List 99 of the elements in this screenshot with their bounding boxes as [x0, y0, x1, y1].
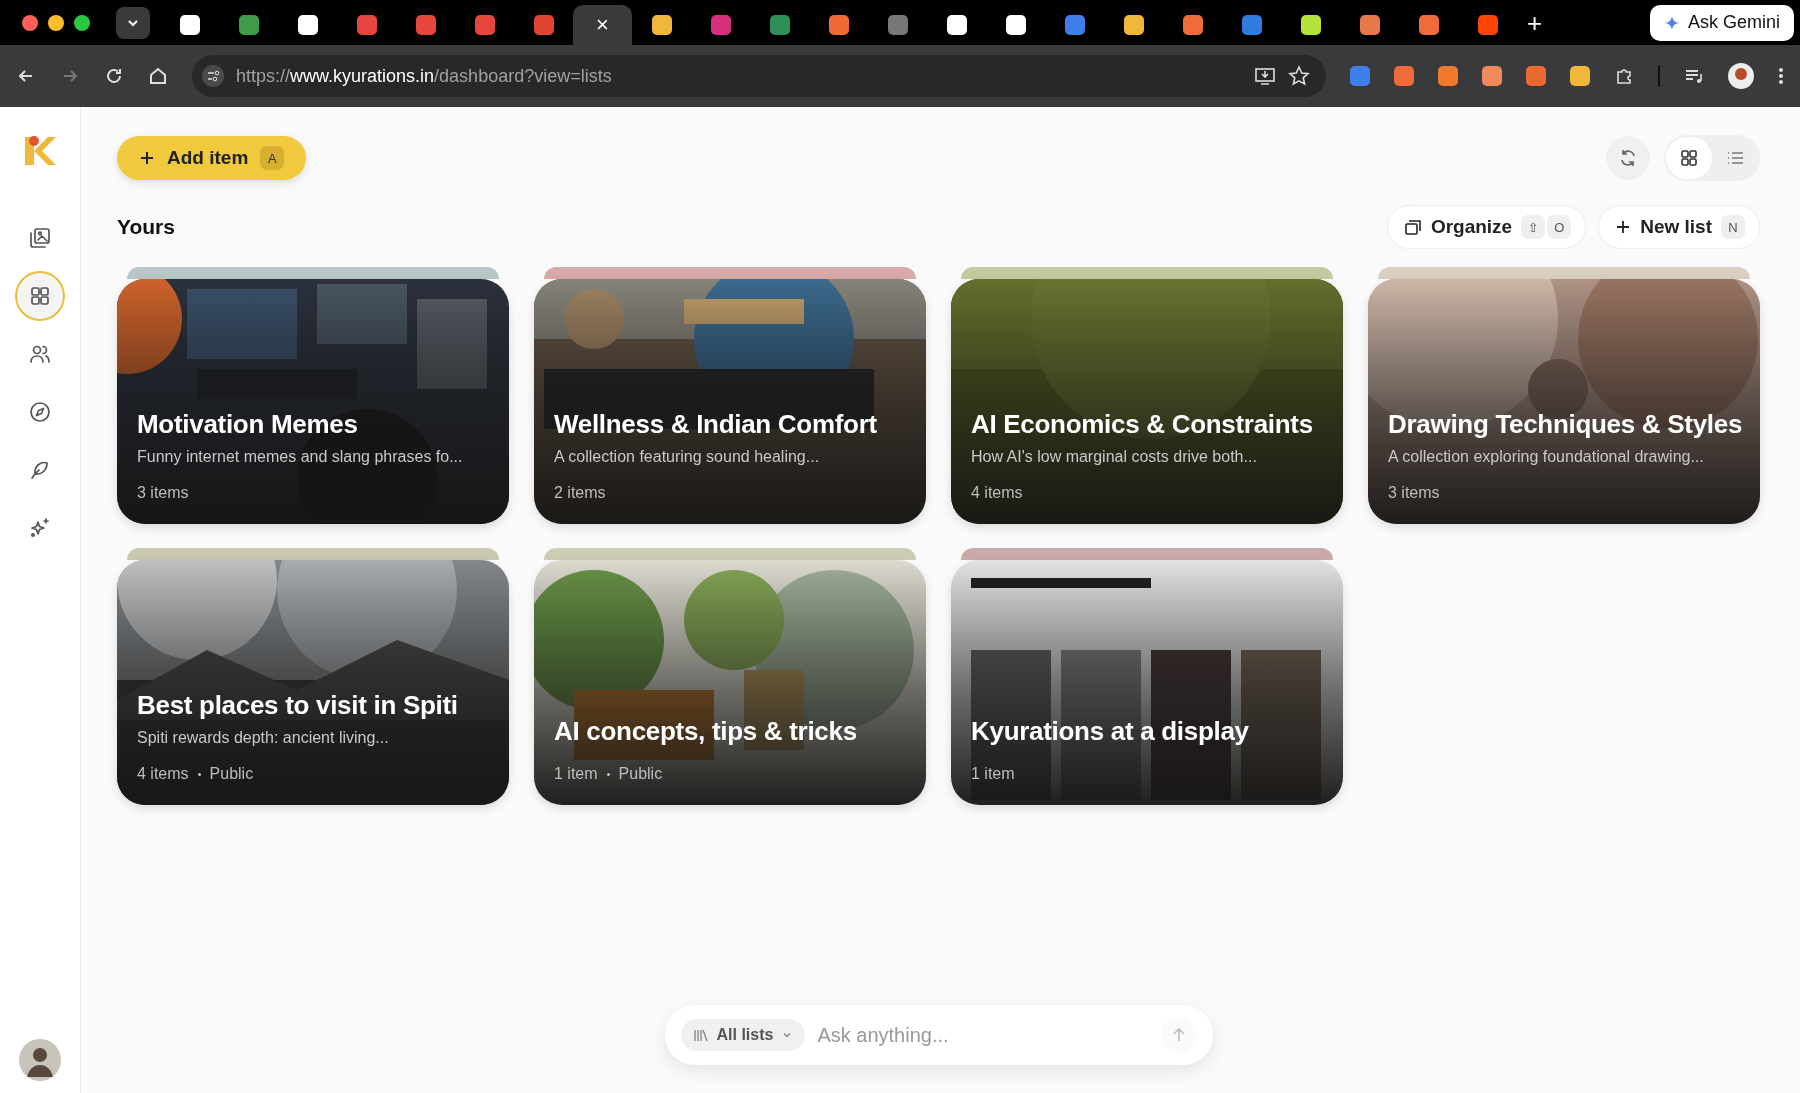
ask-field[interactable]: All lists Ask anything... [664, 1005, 1213, 1065]
extension-icon[interactable] [1482, 66, 1502, 86]
item-count: 1 item [971, 765, 1015, 783]
list-title: Wellness & Indian Comfort [554, 409, 878, 440]
list-card[interactable]: Wellness & Indian Comfort A collection featuring sound healing... 2 items [534, 279, 926, 524]
item-count: 1 item [554, 765, 598, 783]
favicon-icon [651, 15, 672, 35]
extension-icon[interactable] [1526, 66, 1546, 86]
browser-tab[interactable]: × [573, 5, 632, 45]
visibility-label: Public [209, 765, 254, 783]
favicon-icon [1477, 15, 1498, 35]
compass-icon [28, 400, 52, 424]
more-icon[interactable] [1778, 66, 1784, 86]
tab-search-button[interactable] [116, 6, 150, 39]
site-settings-icon[interactable] [202, 65, 224, 87]
minimize-window-button[interactable] [48, 14, 64, 31]
section-title: Yours [117, 215, 175, 239]
ask-gemini-button[interactable]: Ask Gemini [1649, 4, 1794, 41]
sidebar-item[interactable] [15, 271, 65, 321]
shortcut-key: N [1721, 215, 1745, 239]
favicon-icon [179, 15, 200, 35]
list-title: Kyurations at a display [971, 716, 1250, 747]
list-description: How AI's low marginal costs drive both... [971, 448, 1258, 466]
separator-dot [606, 772, 610, 776]
list-card[interactable]: AI concepts, tips & tricks 1 item Public [534, 560, 926, 805]
item-count: 3 items [1388, 484, 1440, 502]
list-title: AI Economics & Constraints [971, 409, 1314, 440]
favicon-icon [1300, 15, 1321, 35]
favicon-icon [1123, 15, 1144, 35]
list-card[interactable]: AI Economics & Constraints How AI's low marginal costs drive both... 4 items [951, 279, 1343, 524]
favicon-icon [1064, 15, 1085, 35]
list-card[interactable]: Motivation Memes Funny internet memes and slang phrases fo... 3 items [117, 279, 509, 524]
extension-icon[interactable] [1350, 66, 1370, 86]
library-icon [692, 1027, 709, 1043]
favicon-icon [769, 15, 790, 35]
add-item-button[interactable]: Add item A [117, 136, 307, 180]
favicon-icon [238, 15, 259, 35]
separator-dot [197, 772, 201, 776]
list-description: A collection exploring foundational drawing... [1388, 448, 1705, 466]
favicon-icon [1182, 15, 1203, 35]
item-count: 2 items [554, 484, 606, 502]
list-description: A collection featuring sound healing... [554, 448, 821, 466]
favicon-icon [415, 15, 436, 35]
favicon-icon [1418, 15, 1439, 35]
shortcut-key: A [260, 146, 285, 170]
user-avatar[interactable] [19, 1039, 61, 1081]
new-list-button[interactable]: New list N [1598, 205, 1760, 249]
grid-view-button[interactable] [1666, 137, 1712, 179]
list-card[interactable]: Best places to visit in Spiti Spiti rewards depth: ancient living... 4 items Public [117, 560, 509, 805]
stacked-windows-icon [1403, 218, 1422, 236]
extension-icon[interactable] [1394, 66, 1414, 86]
list-title: Drawing Techniques & Styles [1388, 409, 1740, 440]
favicon-icon [1241, 15, 1262, 35]
favicon-icon [1005, 15, 1026, 35]
organize-button[interactable]: Organize ⇧ O [1386, 205, 1587, 249]
list-title: Motivation Memes [137, 409, 359, 440]
address-bar[interactable]: https://www.kyurations.in/dashboard?view=lists [192, 55, 1326, 97]
sparkles-icon [28, 516, 52, 540]
favicon-icon [297, 15, 318, 35]
list-card[interactable]: Drawing Techniques & Styles A collection exploring foundational drawing... 3 items [1368, 279, 1760, 524]
new-tab-button[interactable]: + [1527, 9, 1543, 36]
install-app-icon[interactable] [1254, 65, 1276, 87]
list-card[interactable]: Kyurations at a display 1 item [951, 560, 1343, 805]
favicon-icon [533, 15, 554, 35]
visibility-label: Public [618, 765, 663, 783]
plus-icon [1615, 219, 1632, 235]
refresh-button[interactable] [1606, 136, 1650, 180]
plus-icon [139, 150, 155, 166]
favicon-icon [887, 15, 908, 35]
favicon-icon [474, 15, 495, 35]
star-icon[interactable] [1288, 65, 1310, 87]
item-count: 4 items [971, 484, 1023, 502]
item-count: 3 items [137, 484, 189, 502]
favicon-icon [946, 15, 967, 35]
shortcut-key: O [1547, 215, 1572, 239]
shortcut-key: ⇧ [1521, 215, 1546, 239]
maximize-window-button[interactable] [74, 14, 90, 31]
extension-icon[interactable] [1570, 66, 1590, 86]
favicon-icon [710, 15, 731, 35]
grid-icon [1679, 148, 1699, 168]
list-title: AI concepts, tips & tricks [554, 716, 858, 747]
favicon-icon [1359, 15, 1380, 35]
refresh-icon [1618, 148, 1638, 168]
item-count: 4 items [137, 765, 189, 783]
favicon-icon [356, 15, 377, 35]
favicon-icon [828, 15, 849, 35]
list-title: Best places to visit in Spiti [137, 690, 459, 721]
gallery-icon [28, 226, 52, 250]
list-description: Funny internet memes and slang phrases fo... [137, 448, 464, 466]
scope-dropdown[interactable]: All lists [680, 1019, 806, 1051]
close-tab-button[interactable]: × [596, 14, 609, 36]
puzzle-icon[interactable] [1614, 66, 1634, 86]
profile-avatar[interactable] [1728, 63, 1754, 89]
list-description: Spiti rewards depth: ancient living... [137, 729, 390, 747]
home-icon[interactable] [148, 66, 168, 86]
grid-icon [28, 284, 52, 308]
close-window-button[interactable] [22, 14, 38, 31]
extension-icon[interactable] [1438, 66, 1458, 86]
reload-icon[interactable] [104, 66, 124, 86]
